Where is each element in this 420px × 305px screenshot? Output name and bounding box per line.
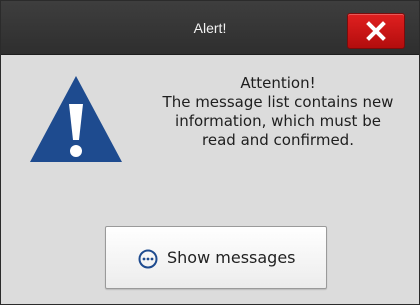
alert-line: The message list contains new	[162, 93, 394, 111]
alert-heading: Attention!	[240, 74, 316, 92]
alert-line: read and confirmed.	[202, 131, 354, 149]
alert-message: Attention! The message list contains new…	[141, 74, 415, 150]
title-bar[interactable]: Alert!	[1, 1, 419, 55]
alert-content: Attention! The message list contains new…	[1, 55, 419, 304]
show-messages-button[interactable]: Show messages	[105, 226, 327, 289]
close-icon	[366, 21, 386, 41]
alert-dialog: Alert! Attention! The message list conta…	[0, 0, 420, 305]
close-button[interactable]	[347, 13, 405, 49]
show-messages-label: Show messages	[167, 248, 296, 267]
alert-line: information, which must be	[175, 112, 381, 130]
warning-triangle-icon	[30, 76, 122, 162]
ellipsis-circle-icon	[138, 249, 158, 269]
